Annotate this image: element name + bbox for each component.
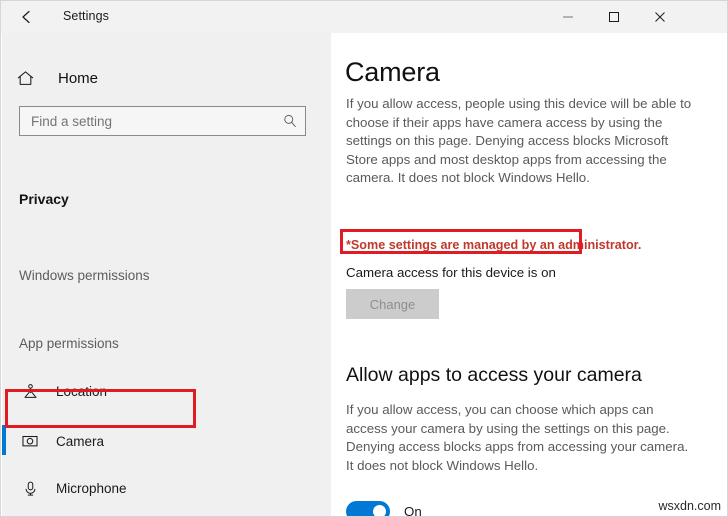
page-title: Camera bbox=[345, 57, 440, 87]
title-bar: Settings bbox=[1, 1, 727, 33]
allow-apps-toggle-row: On bbox=[346, 501, 422, 517]
search-input-placeholder: Find a setting bbox=[31, 113, 113, 129]
camera-icon bbox=[19, 432, 41, 450]
search-icon[interactable] bbox=[275, 113, 305, 129]
sidebar-item-camera-label: Camera bbox=[56, 433, 105, 449]
section-description: If you allow access, you can choose whic… bbox=[346, 402, 689, 473]
sidebar-group-app-permissions: App permissions bbox=[19, 336, 119, 351]
device-access-status: Camera access for this device is on bbox=[346, 265, 556, 280]
search-input[interactable]: Find a setting bbox=[19, 106, 306, 136]
sidebar-item-camera[interactable]: Camera bbox=[2, 421, 331, 461]
sidebar-item-home[interactable]: Home bbox=[16, 61, 176, 95]
sidebar-item-microphone[interactable]: Microphone bbox=[2, 468, 331, 508]
settings-window: Settings Home Find a setting Privacy Win… bbox=[0, 0, 728, 517]
sidebar-category-title: Privacy bbox=[19, 191, 69, 207]
location-pin-icon bbox=[19, 383, 41, 400]
allow-apps-toggle[interactable] bbox=[346, 501, 390, 516]
close-button[interactable] bbox=[637, 1, 683, 33]
back-arrow-icon bbox=[19, 9, 35, 25]
sidebar-item-location-label: Location bbox=[56, 383, 108, 399]
home-icon bbox=[16, 69, 46, 88]
main-content: Camera If you allow access, people using… bbox=[331, 33, 727, 517]
page-description: If you allow access, people using this d… bbox=[346, 96, 692, 186]
sidebar-group-windows-permissions: Windows permissions bbox=[19, 268, 150, 283]
minimize-icon bbox=[562, 11, 574, 23]
sidebar: Home Find a setting Privacy Windows perm… bbox=[2, 33, 331, 516]
sidebar-selection-indicator bbox=[2, 425, 6, 455]
back-button[interactable] bbox=[9, 1, 45, 33]
sidebar-item-microphone-label: Microphone bbox=[56, 480, 127, 496]
change-button[interactable]: Change bbox=[346, 289, 439, 319]
sidebar-item-location[interactable]: Location bbox=[2, 371, 331, 411]
microphone-icon bbox=[19, 480, 41, 497]
close-icon bbox=[654, 11, 666, 23]
maximize-icon bbox=[608, 11, 620, 23]
allow-apps-toggle-label: On bbox=[404, 504, 422, 517]
watermark: wsxdn.com bbox=[658, 499, 721, 513]
admin-managed-note: *Some settings are managed by an adminis… bbox=[346, 238, 642, 252]
maximize-button[interactable] bbox=[591, 1, 637, 33]
minimize-button[interactable] bbox=[545, 1, 591, 33]
sidebar-item-home-label: Home bbox=[58, 69, 99, 87]
toggle-knob bbox=[373, 505, 386, 516]
app-title: Settings bbox=[63, 9, 109, 23]
section-title-allow-apps: Allow apps to access your camera bbox=[346, 364, 642, 386]
